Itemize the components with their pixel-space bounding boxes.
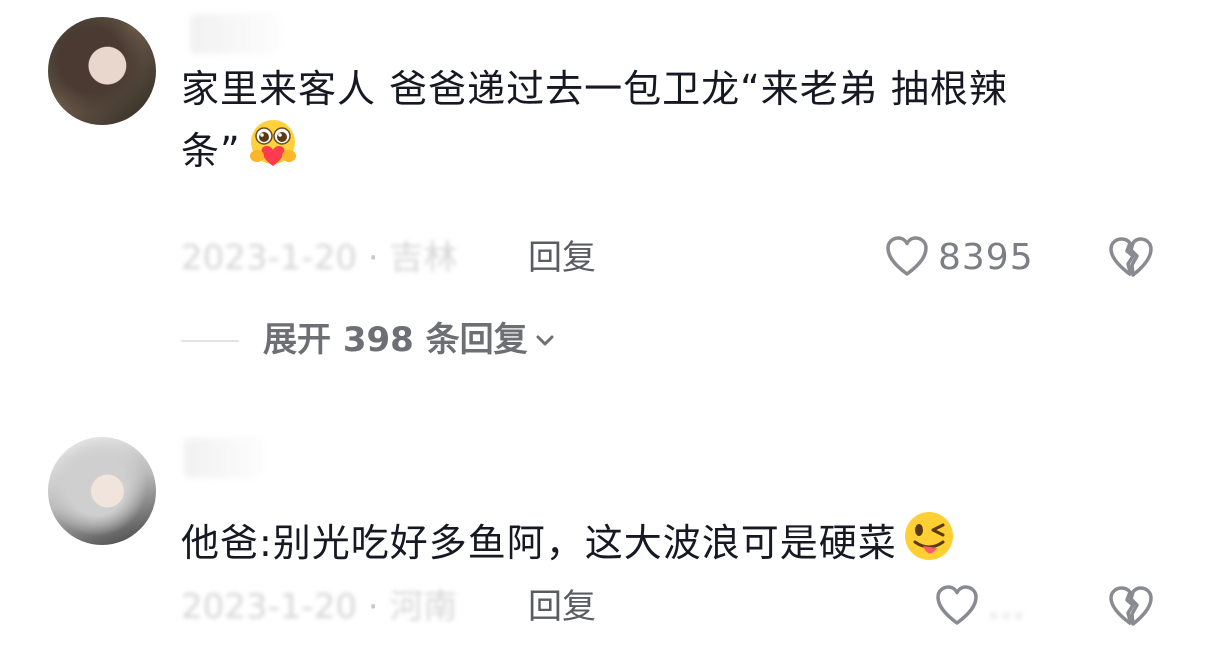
like-count: ... [988, 585, 1026, 627]
comment-date: 2023-1-20 [181, 587, 357, 627]
comment-location: 河南 [389, 587, 458, 627]
username-blurred[interactable] [190, 14, 280, 54]
reply-button[interactable]: 回复 [528, 587, 596, 627]
avatar[interactable] [48, 17, 156, 125]
dislike-broken-heart-icon[interactable] [1106, 234, 1156, 280]
comment-meta: 2023-1-20 · 吉林 [181, 238, 458, 278]
username-blurred[interactable] [184, 438, 264, 478]
heart-icon [936, 585, 978, 625]
replies-divider [181, 340, 239, 342]
comment-text: 他爸:别光吃好多鱼阿，这大波浪可是硬菜 [181, 508, 1141, 570]
comment-location: 吉林 [389, 238, 458, 278]
like-count: 8395 [938, 236, 1034, 278]
comment-text: 家里来客人 爸爸递过去一包卫龙“来老弟 抽根辣 条” [181, 67, 1008, 173]
comment-meta: 2023-1-20 · 河南 [181, 587, 458, 627]
avatar[interactable] [48, 437, 156, 545]
expand-replies-button[interactable]: 展开 398 条回复 [263, 320, 556, 360]
heart-icon [886, 236, 928, 276]
reply-button[interactable]: 回复 [528, 238, 596, 278]
dislike-broken-heart-icon[interactable] [1106, 583, 1156, 629]
hug-heart-emoji-icon [249, 120, 296, 166]
like-button[interactable]: 8395 [884, 234, 1034, 280]
comment-date: 2023-1-20 [181, 238, 357, 278]
tongue-wink-emoji-icon [904, 512, 953, 560]
expand-replies-label: 展开 398 条回复 [263, 320, 528, 360]
chevron-down-icon [536, 335, 554, 346]
like-button[interactable]: ... [934, 583, 1025, 629]
